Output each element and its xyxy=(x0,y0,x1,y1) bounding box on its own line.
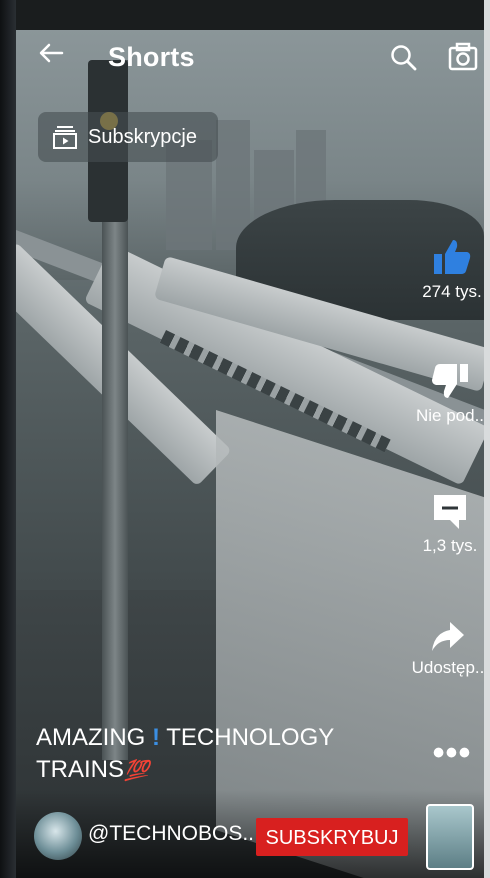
app-frame: Shorts Subskrypcje 274 tys. Nie pod.. 1,… xyxy=(0,0,490,878)
caption-line2: TRAINS xyxy=(36,756,125,783)
dislike-label: Nie pod.. xyxy=(415,406,485,425)
share-button[interactable]: Udostęp.. xyxy=(408,620,488,678)
like-count: 274 tys. xyxy=(422,282,482,301)
comments-count: 1,3 tys. xyxy=(422,536,478,555)
thumbs-up-icon xyxy=(434,240,471,274)
hundred-emoji: 💯 xyxy=(124,760,149,782)
comments-button[interactable]: 1,3 tys. xyxy=(410,492,490,556)
thumbs-down-icon xyxy=(432,364,468,398)
left-edge xyxy=(0,0,16,878)
channel-avatar[interactable] xyxy=(34,812,82,860)
share-label: Udostęp.. xyxy=(411,658,485,677)
camera-icon[interactable] xyxy=(446,40,480,74)
more-dots-icon[interactable]: ••• xyxy=(412,734,490,773)
dislike-button[interactable]: Nie pod.. xyxy=(410,362,490,426)
subscribe-button[interactable]: SUBSKRYBUJ xyxy=(256,818,408,856)
comment-icon xyxy=(434,495,466,529)
top-bar: Shorts xyxy=(16,30,484,90)
video-caption: AMAZING ! TECHNOLOGY TRAINS💯 xyxy=(36,722,396,787)
like-button[interactable]: 274 tys. xyxy=(412,236,490,302)
subscriptions-icon xyxy=(53,126,77,149)
subscriptions-chip[interactable]: Subskrypcje xyxy=(38,112,218,162)
channel-row: @TECHNOBOS.. SUBSKRYBUJ xyxy=(34,804,474,870)
page-title: Shorts xyxy=(108,42,195,72)
share-icon xyxy=(432,622,464,651)
caption-word: AMAZING xyxy=(36,724,146,751)
subscriptions-label: Subskrypcje xyxy=(88,125,197,148)
channel-handle[interactable]: @TECHNOBOS.. xyxy=(88,822,254,846)
arrow-left-icon[interactable] xyxy=(36,38,66,79)
caption-word: TECHNOLOGY xyxy=(166,724,335,751)
sound-thumbnail[interactable] xyxy=(426,804,474,870)
search-icon[interactable] xyxy=(388,42,420,74)
caption-exclaim: ! xyxy=(152,724,161,751)
